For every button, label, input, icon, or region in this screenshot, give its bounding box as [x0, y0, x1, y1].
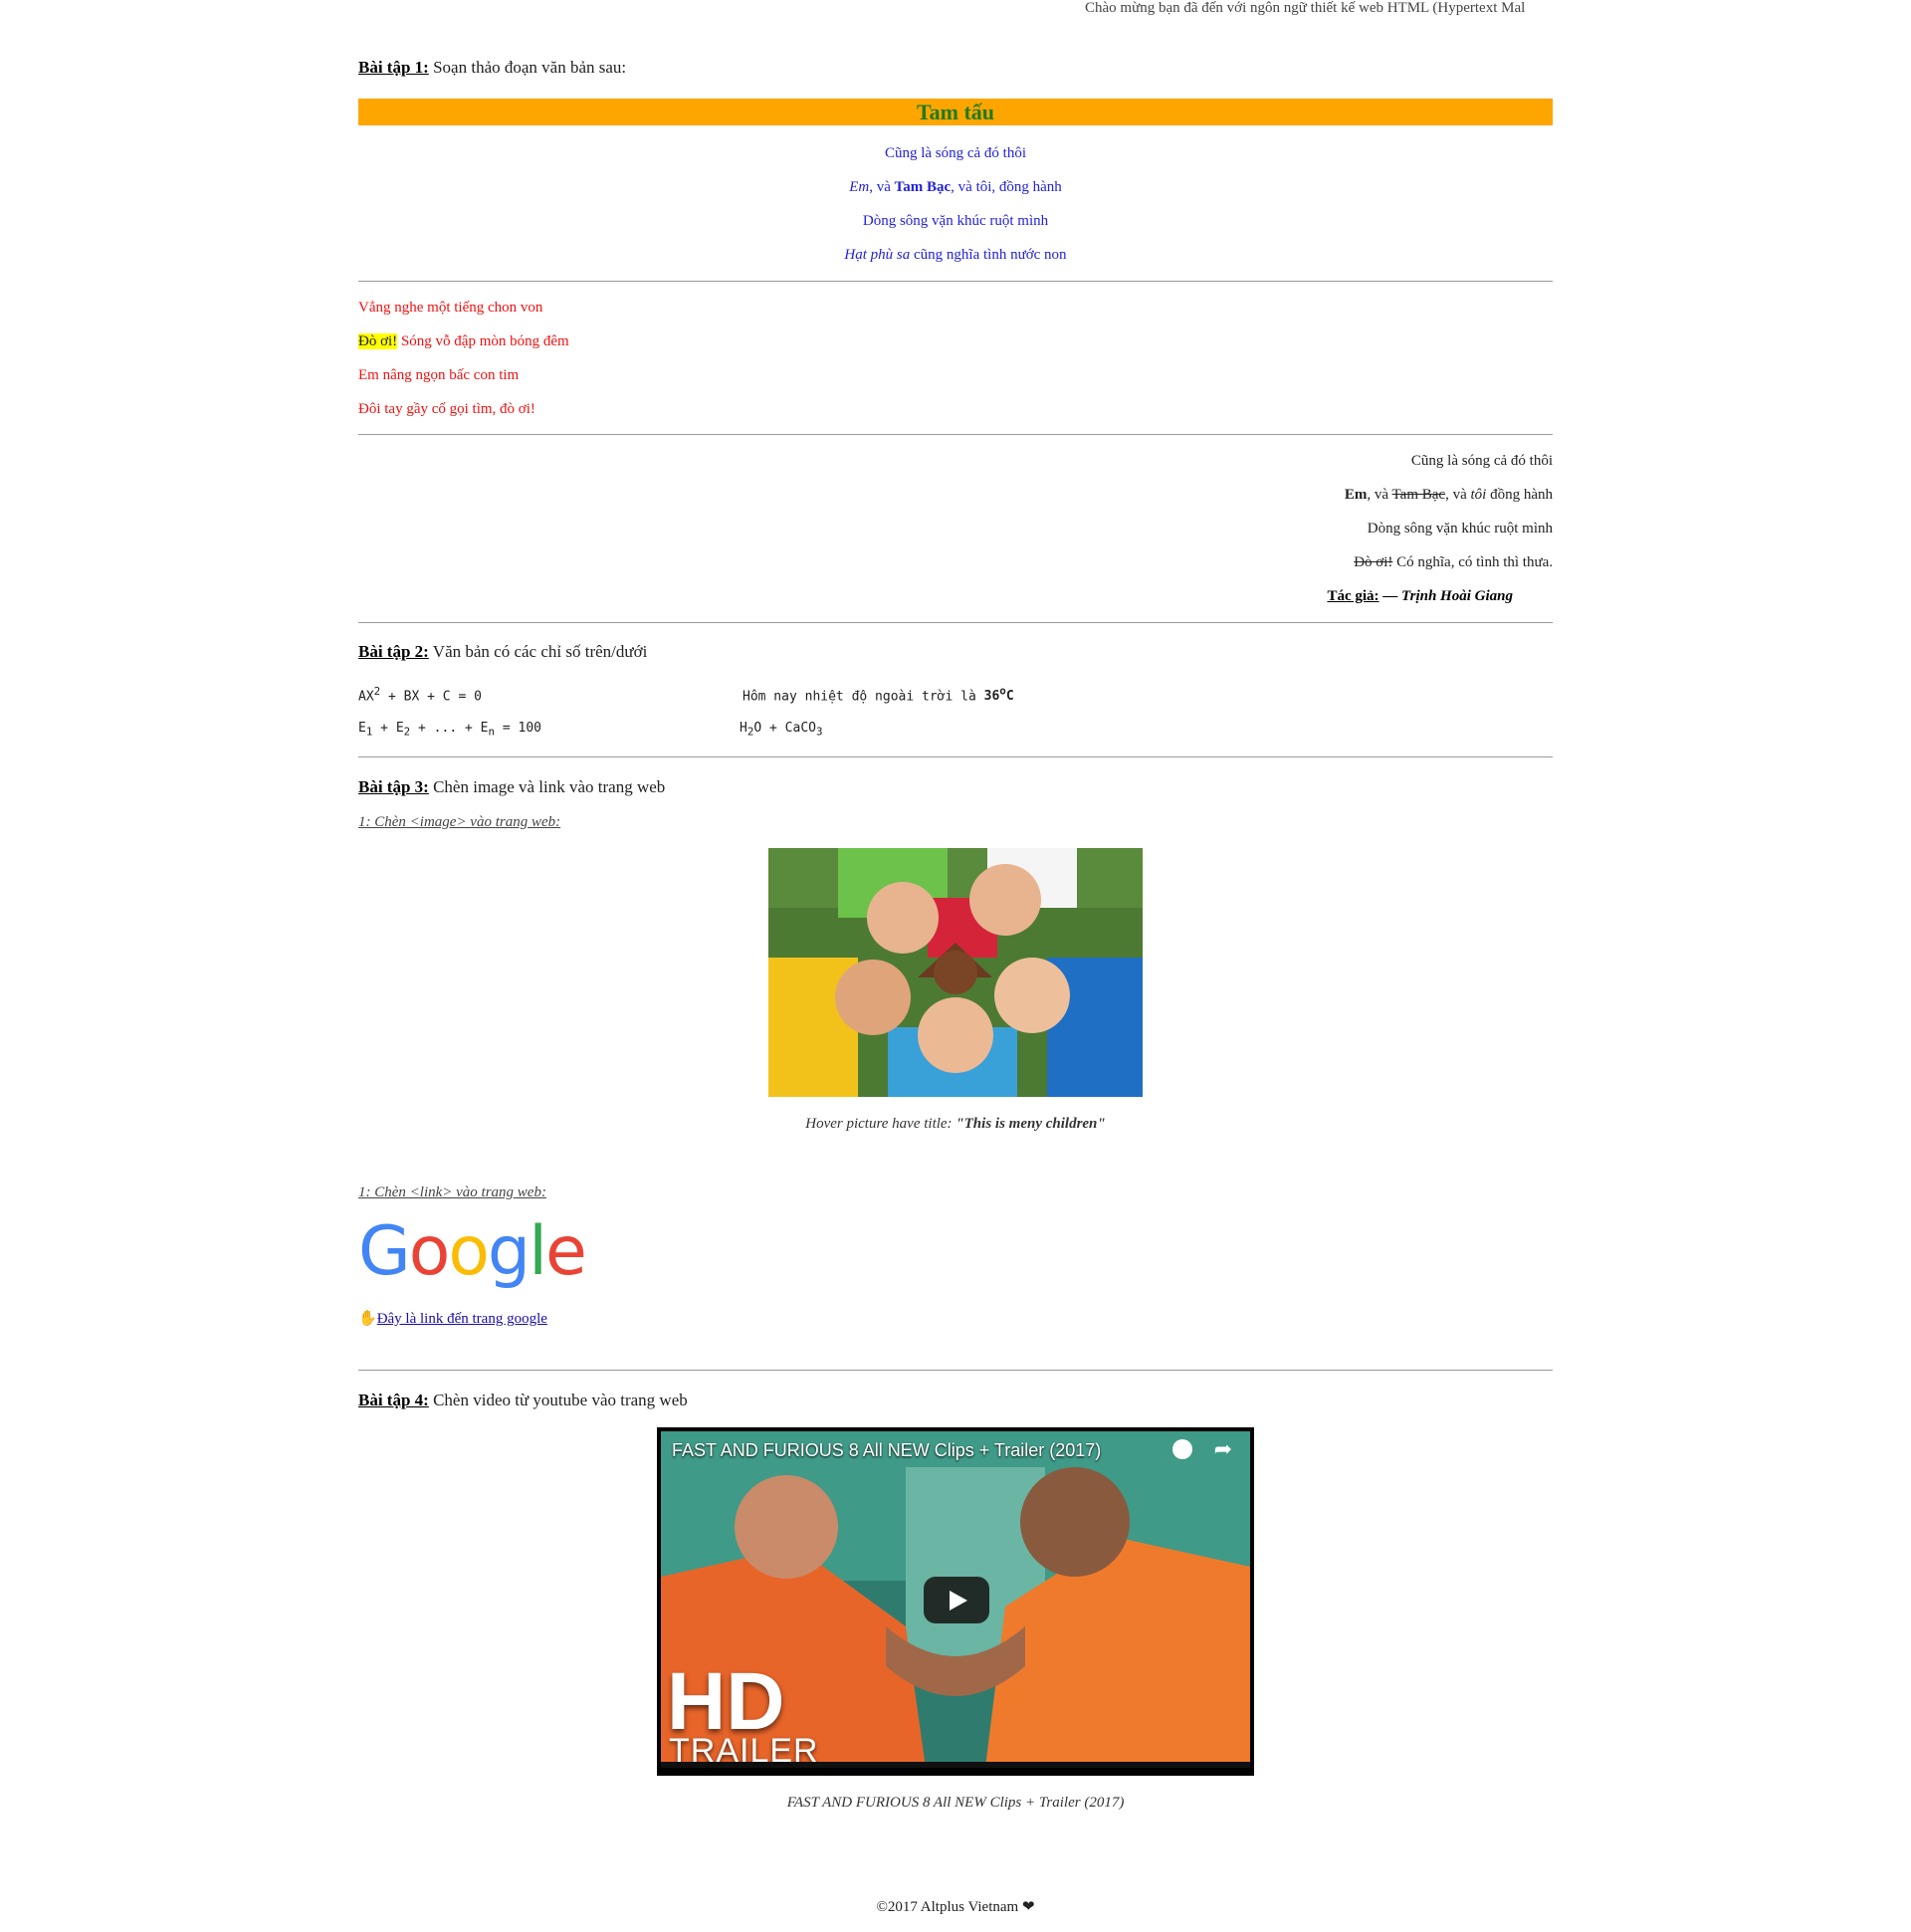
formula-temperature: Hôm nay nhiệt độ ngoài trời là 36oC — [743, 685, 1014, 704]
author-label: Tác giả: — [1327, 588, 1380, 604]
poem3-text: , và — [1367, 487, 1392, 503]
footer: ©2017 Altplus Vietnam ❤ — [358, 1897, 1553, 1916]
author-line: Tác giả: — Trịnh Hoài Giang — [358, 588, 1553, 605]
poem1-em: Hạt phù sa — [844, 247, 911, 263]
exercise-2-heading: Bài tập 2: Văn bản có các chỉ số trên/dư… — [358, 642, 647, 662]
exercise-3-label: Bài tập 3: — [358, 777, 429, 796]
share-icon[interactable]: ➦ — [1214, 1437, 1232, 1462]
exercise-4-label: Bài tập 4: — [358, 1391, 429, 1409]
formula-text: AX — [358, 689, 374, 705]
formula-text: H — [740, 721, 747, 736]
formula-text: E — [395, 721, 404, 736]
poem2-line1: Vẳng nghe một tiếng chon von — [358, 300, 543, 316]
author-name: Trịnh Hoài Giang — [1401, 588, 1513, 604]
heart-icon: ❤ — [1021, 1899, 1035, 1915]
poem3-text: đồng hành — [1486, 487, 1553, 503]
image-subheading: 1: Chèn <image> vào trang web: — [358, 814, 561, 830]
photo-caption: Hover picture have title: "This is meny … — [358, 1116, 1553, 1133]
exercise-3-heading: Bài tập 3: Chèn image và link vào trang … — [358, 777, 665, 797]
hand-icon: ✋ — [358, 1311, 377, 1327]
poem3-line4: Đò ơi! Có nghĩa, có tình thì thưa. — [358, 554, 1553, 571]
video-caption: FAST AND FURIOUS 8 All NEW Clips + Trail… — [786, 1795, 1125, 1811]
google-letter: G — [358, 1212, 411, 1291]
youtube-video-embed[interactable]: FAST AND FURIOUS 8 All NEW Clips + Trail… — [657, 1427, 1254, 1776]
copyright-text: ©2017 Altplus Vietnam — [876, 1899, 1022, 1915]
strikethrough-text: Đò ơi! — [1354, 554, 1393, 570]
poem1-line1: Cũng là sóng cả đó thôi — [884, 145, 1027, 161]
highlighted-text: Đò ơi! — [358, 333, 398, 349]
children-photo-illustration — [768, 848, 1143, 1097]
poem3-line3: Dòng sông vặn khúc ruột mình — [1367, 521, 1553, 537]
google-logo[interactable]: Google — [358, 1218, 587, 1286]
exercise-4-text: Chèn video từ youtube vào trang web — [428, 1391, 688, 1409]
marquee-text: Chào mừng bạn đã đến với ngôn ngữ thiết … — [1085, 0, 1526, 16]
poem3-em: tôi — [1470, 487, 1487, 503]
clock-icon[interactable] — [1172, 1439, 1192, 1459]
poem1-line3: Dòng sông vặn khúc ruột mình — [862, 213, 1049, 229]
poem1-line4: Hạt phù sa cũng nghĩa tình nước non — [358, 247, 1553, 264]
exercise-2-label: Bài tập 2: — [358, 642, 429, 661]
divider — [358, 434, 1553, 435]
divider — [358, 622, 1553, 623]
poem3-bold: Em — [1344, 487, 1368, 503]
exercise-4-heading: Bài tập 4: Chèn video từ youtube vào tra… — [358, 1391, 688, 1410]
google-link[interactable]: ✋Đây là link đến trang google — [358, 1309, 547, 1328]
video-title: FAST AND FURIOUS 8 All NEW Clips + Trail… — [672, 1440, 1102, 1460]
google-letter: o — [408, 1212, 451, 1291]
google-letter: l — [529, 1212, 547, 1291]
formula-sum: E1 + E2 + ... + En = 100 — [358, 721, 541, 739]
formula-text: = 100 — [495, 721, 541, 736]
formula-text: Hôm nay nhiệt độ ngoài trời là — [743, 689, 984, 705]
poem1-bold: Tam Bạc — [894, 179, 952, 195]
trailer-label: TRAILER — [669, 1732, 819, 1770]
subscript: 3 — [815, 725, 823, 739]
formula-text: + ... + — [410, 721, 481, 736]
exercise-1-heading: Bài tập 1: Soạn thảo đoạn văn bản sau: — [358, 58, 626, 78]
formula-quadratic: AX2 + BX + C = 0 — [358, 685, 482, 704]
poem1-em: Em — [849, 179, 870, 195]
google-letter: g — [487, 1212, 531, 1291]
play-button[interactable] — [924, 1577, 989, 1623]
poem2-line3: Em nâng ngọn bấc con tim — [358, 367, 520, 383]
poem3-text: , và — [1445, 487, 1471, 503]
google-letter: e — [545, 1212, 587, 1291]
divider — [358, 281, 1553, 282]
formula-text: E — [358, 721, 366, 736]
poem2-text: Sóng vỗ đập mòn bóng đêm — [397, 333, 569, 349]
formula-unit: C — [1005, 689, 1014, 705]
strikethrough-text: Tam Bạc — [1391, 487, 1446, 503]
poem2-line2: Đò ơi! Sóng vỗ đập mòn bóng đêm — [358, 333, 569, 350]
poem1-line2: Em, và Tam Bạc, và tôi, đồng hành — [358, 179, 1553, 196]
poem2-line4: Đôi tay gầy cố gọi tìm, đò ơi! — [358, 401, 535, 417]
marquee-banner: Chào mừng bạn đã đến với ngôn ngữ thiết … — [0, 0, 1554, 18]
exercise-2-text: Văn bản có các chỉ số trên/dưới — [428, 642, 648, 661]
exercise-1-text: Soạn thảo đoạn văn bản sau: — [428, 58, 627, 77]
poem1-text: , và — [869, 179, 895, 195]
poem3-line2: Em, và Tam Bạc, và tôi đồng hành — [358, 487, 1553, 504]
caption-text: Hover picture have title: — [805, 1116, 956, 1132]
link-subheading: 1: Chèn <link> vào trang web: — [358, 1184, 546, 1200]
poem1-text: cũng nghĩa tình nước non — [910, 247, 1067, 263]
formula-text: + — [372, 721, 396, 736]
poem3-text: Có nghĩa, có tình thì thưa. — [1392, 554, 1553, 570]
exercise-1-label: Bài tập 1: — [358, 58, 429, 77]
divider — [358, 756, 1553, 757]
divider — [358, 1370, 1553, 1371]
children-photo[interactable] — [768, 848, 1143, 1097]
formula-text: O + CaCO — [753, 721, 816, 736]
formula-text: + BX + C = 0 — [380, 689, 482, 705]
google-link-text[interactable]: Đây là link đến trang google — [377, 1311, 547, 1327]
poem3-line1: Cũng là sóng cả đó thôi — [1410, 453, 1553, 469]
google-letter: o — [448, 1212, 490, 1291]
poem-title-banner: Tam tấu — [358, 99, 1553, 125]
exercise-3-text: Chèn image và link vào trang web — [428, 777, 666, 796]
caption-title: "This is meny children" — [956, 1116, 1106, 1132]
poem1-text: , và tôi, đồng hành — [951, 179, 1062, 195]
formula-chemistry: H2O + CaCO3 — [740, 721, 823, 739]
formula-value: 36 — [983, 689, 1000, 705]
author-dash: — — [1379, 588, 1402, 604]
hd-badge: HD — [667, 1656, 785, 1747]
